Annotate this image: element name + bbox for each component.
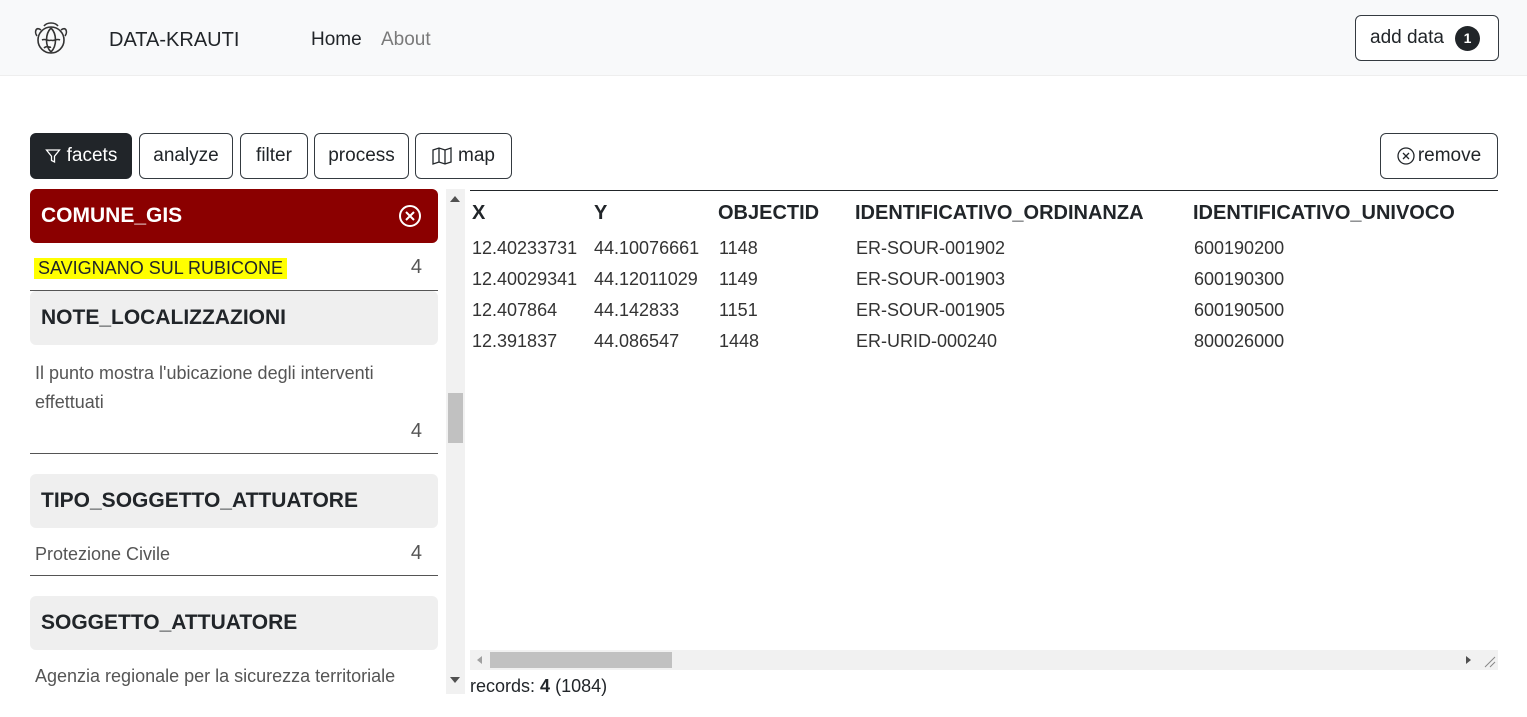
facets-sidebar: COMUNE_GIS SAVIGNANO SUL RUBICONE 4 NOTE… — [30, 189, 438, 709]
facet-value[interactable]: SAVIGNANO SUL RUBICONE — [34, 258, 288, 279]
facet-value[interactable]: Il punto mostra l'ubicazione degli inter… — [35, 359, 430, 417]
table-cell: 800026000 — [1194, 331, 1285, 351]
column-header-x[interactable]: X — [472, 202, 485, 225]
records-count: 4 — [540, 676, 551, 696]
table-cell: 12.40233731 — [472, 238, 578, 258]
table-cell: 12.40029341 — [472, 269, 578, 289]
table-cell: 1151 — [719, 300, 758, 320]
scrollbar-thumb[interactable] — [490, 652, 672, 668]
map-button[interactable]: map — [415, 133, 512, 179]
navbar: DATA-KRAUTI Home About add data 1 — [0, 0, 1527, 76]
facets-button[interactable]: facets — [30, 133, 132, 179]
brand-name[interactable]: DATA-KRAUTI — [109, 29, 239, 52]
column-header-identificativo-univoco[interactable]: IDENTIFICATIVO_UNIVOCO — [1193, 202, 1455, 225]
facets-button-label: facets — [66, 145, 118, 166]
scroll-down-arrow-icon[interactable] — [450, 677, 460, 683]
add-data-button[interactable]: add data 1 — [1355, 15, 1499, 61]
table-cell: 12.407864 — [472, 300, 558, 320]
analyze-button[interactable]: analyze — [139, 133, 233, 179]
facet-divider — [30, 575, 438, 576]
table-cell: 12.391837 — [472, 331, 558, 351]
column-header-objectid[interactable]: OBJECTID — [718, 202, 819, 225]
scroll-up-arrow-icon[interactable] — [450, 196, 460, 202]
table-cell: ER-SOUR-001905 — [856, 300, 1006, 320]
map-icon — [432, 147, 452, 165]
table-cell: 44.10076661 — [594, 238, 700, 258]
resize-grip-icon[interactable] — [1482, 654, 1496, 668]
records-summary: records: 4 (1084) — [470, 676, 607, 697]
table-cell: 600190500 — [1194, 300, 1285, 320]
table-cell: 1148 — [719, 238, 758, 258]
facet-title: NOTE_LOCALIZZAZIONI — [41, 306, 286, 329]
facet-count: 4 — [410, 256, 422, 278]
facet-value[interactable]: Protezione Civile — [35, 544, 170, 565]
facet-title: COMUNE_GIS — [41, 204, 183, 227]
data-table: X Y OBJECTID IDENTIFICATIVO_ORDINANZA ID… — [470, 190, 1498, 670]
table-cell: 44.086547 — [594, 331, 680, 351]
facet-title: SOGGETTO_ATTUATORE — [41, 611, 298, 634]
table-cell: ER-SOUR-001903 — [856, 269, 1006, 289]
table-cell: 600190300 — [1194, 269, 1285, 289]
scroll-left-arrow-icon[interactable] — [477, 656, 482, 664]
scrollbar-thumb[interactable] — [448, 393, 463, 443]
table-cell: 1149 — [719, 269, 758, 289]
nav-link-about[interactable]: About — [381, 29, 431, 51]
facet-header-comune-gis[interactable]: COMUNE_GIS — [30, 189, 438, 243]
records-label: records: — [470, 676, 536, 696]
table-cell: 600190200 — [1194, 238, 1285, 258]
facet-count: 4 — [410, 420, 422, 442]
remove-button-label: remove — [1417, 145, 1482, 166]
table-cell: 44.142833 — [594, 300, 680, 320]
table-cell: 44.12011029 — [594, 269, 698, 289]
table-cell: 1448 — [719, 331, 760, 351]
nav-link-home[interactable]: Home — [311, 29, 362, 51]
facet-title: TIPO_SOGGETTO_ATTUATORE — [41, 489, 358, 512]
facet-header-tipo-soggetto-attuatore[interactable]: TIPO_SOGGETTO_ATTUATORE — [30, 474, 438, 528]
add-data-count-badge: 1 — [1454, 25, 1480, 51]
table-horizontal-scrollbar[interactable] — [470, 650, 1498, 670]
remove-button[interactable]: remove — [1380, 133, 1498, 179]
process-button-label: process — [328, 145, 395, 166]
column-header-identificativo-ordinanza[interactable]: IDENTIFICATIVO_ORDINANZA — [855, 202, 1144, 225]
facet-header-note-localizzazioni[interactable]: NOTE_LOCALIZZAZIONI — [30, 291, 438, 345]
facet-value[interactable]: Agenzia regionale per la sicurezza terri… — [35, 666, 395, 687]
close-circle-icon — [1397, 147, 1415, 165]
column-header-y[interactable]: Y — [594, 202, 607, 225]
records-total: (1084) — [555, 676, 608, 696]
funnel-icon — [44, 149, 61, 164]
scroll-right-arrow-icon[interactable] — [1466, 656, 1471, 664]
close-facet-icon[interactable] — [398, 204, 422, 228]
add-data-label: add data — [1370, 27, 1444, 48]
facet-count: 4 — [410, 542, 422, 564]
filter-button[interactable]: filter — [240, 133, 308, 179]
facet-divider — [30, 453, 438, 454]
cabbage-logo-icon[interactable] — [30, 18, 72, 60]
facet-header-soggetto-attuatore[interactable]: SOGGETTO_ATTUATORE — [30, 596, 438, 650]
table-cell: ER-SOUR-001902 — [856, 238, 1006, 258]
map-button-label: map — [458, 145, 495, 166]
process-button[interactable]: process — [314, 133, 409, 179]
sidebar-scrollbar[interactable] — [446, 189, 465, 694]
analyze-button-label: analyze — [153, 145, 219, 166]
filter-button-label: filter — [256, 145, 292, 166]
table-cell: ER-URID-000240 — [856, 331, 998, 351]
